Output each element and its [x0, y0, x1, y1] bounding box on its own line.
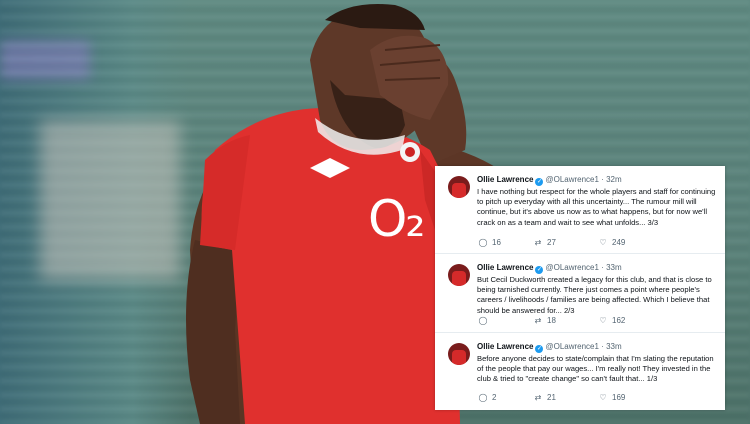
- author-name[interactable]: Ollie Lawrence: [477, 175, 533, 184]
- tweet-actions: ◯ ⇄ 18 ♡ 162: [477, 316, 677, 328]
- like-icon: ♡: [599, 393, 607, 402]
- avatar[interactable]: [448, 176, 470, 198]
- verified-badge-icon: ✓: [535, 345, 544, 353]
- tweet-time[interactable]: · 33m: [601, 342, 621, 351]
- reply-icon: ◯: [478, 316, 488, 325]
- reply-count: 16: [492, 238, 501, 247]
- retweet-button[interactable]: ⇄ 27: [532, 238, 556, 247]
- sponsor-logo: O₂: [368, 190, 425, 248]
- retweet-count: 27: [547, 238, 556, 247]
- reply-icon: ◯: [478, 393, 488, 402]
- tweet-actions: ◯ 2 ⇄ 21 ♡ 169: [477, 393, 677, 405]
- reply-button[interactable]: ◯ 2: [477, 393, 497, 402]
- avatar[interactable]: [448, 264, 470, 286]
- like-count: 249: [612, 238, 626, 247]
- author-name[interactable]: Ollie Lawrence: [477, 263, 533, 272]
- like-count: 169: [612, 393, 626, 402]
- tweet-actions: ◯ 16 ⇄ 27 ♡ 249: [477, 238, 677, 250]
- retweet-icon: ⇄: [534, 393, 542, 402]
- reply-icon: ◯: [478, 238, 488, 247]
- reply-button[interactable]: ◯ 16: [477, 238, 501, 247]
- like-button[interactable]: ♡ 162: [597, 316, 625, 325]
- retweet-count: 18: [547, 316, 556, 325]
- like-icon: ♡: [599, 238, 607, 247]
- tweet[interactable]: Ollie Lawrence ✓ @OLawrence1 · 33m Before …: [435, 333, 725, 410]
- like-button[interactable]: ♡ 169: [597, 393, 625, 402]
- tweet-text: I have nothing but respect for the whole…: [477, 187, 716, 227]
- tweet[interactable]: Ollie Lawrence ✓ @OLawrence1 · 33m But Cec…: [435, 254, 725, 331]
- tweet[interactable]: Ollie Lawrence ✓ @OLawrence1 · 32m I have …: [435, 166, 725, 252]
- tweet-header: Ollie Lawrence ✓ @OLawrence1 · 33m: [477, 263, 622, 274]
- like-button[interactable]: ♡ 249: [597, 238, 625, 247]
- tweet-text: Before anyone decides to state/complain …: [477, 354, 714, 384]
- retweet-icon: ⇄: [534, 316, 542, 325]
- like-icon: ♡: [599, 316, 607, 325]
- tweets-screenshot-card: Ollie Lawrence ✓ @OLawrence1 · 32m I have …: [435, 166, 725, 410]
- retweet-button[interactable]: ⇄ 18: [532, 316, 556, 325]
- tweet-time[interactable]: · 33m: [601, 263, 621, 272]
- retweet-button[interactable]: ⇄ 21: [532, 393, 556, 402]
- retweet-icon: ⇄: [534, 238, 542, 247]
- reply-count: 2: [492, 393, 497, 402]
- author-name[interactable]: Ollie Lawrence: [477, 342, 533, 351]
- verified-badge-icon: ✓: [535, 178, 544, 186]
- tweet-header: Ollie Lawrence ✓ @OLawrence1 · 32m: [477, 175, 622, 186]
- author-handle[interactable]: @OLawrence1: [545, 175, 598, 184]
- tweet-text: But Cecil Duckworth created a legacy for…: [477, 275, 712, 315]
- avatar[interactable]: [448, 343, 470, 365]
- tweet-header: Ollie Lawrence ✓ @OLawrence1 · 33m: [477, 342, 622, 353]
- like-count: 162: [612, 316, 626, 325]
- tweet-time[interactable]: · 32m: [601, 175, 621, 184]
- retweet-count: 21: [547, 393, 556, 402]
- reply-button[interactable]: ◯: [477, 316, 492, 325]
- verified-badge-icon: ✓: [535, 266, 544, 274]
- author-handle[interactable]: @OLawrence1: [545, 342, 598, 351]
- author-handle[interactable]: @OLawrence1: [545, 263, 598, 272]
